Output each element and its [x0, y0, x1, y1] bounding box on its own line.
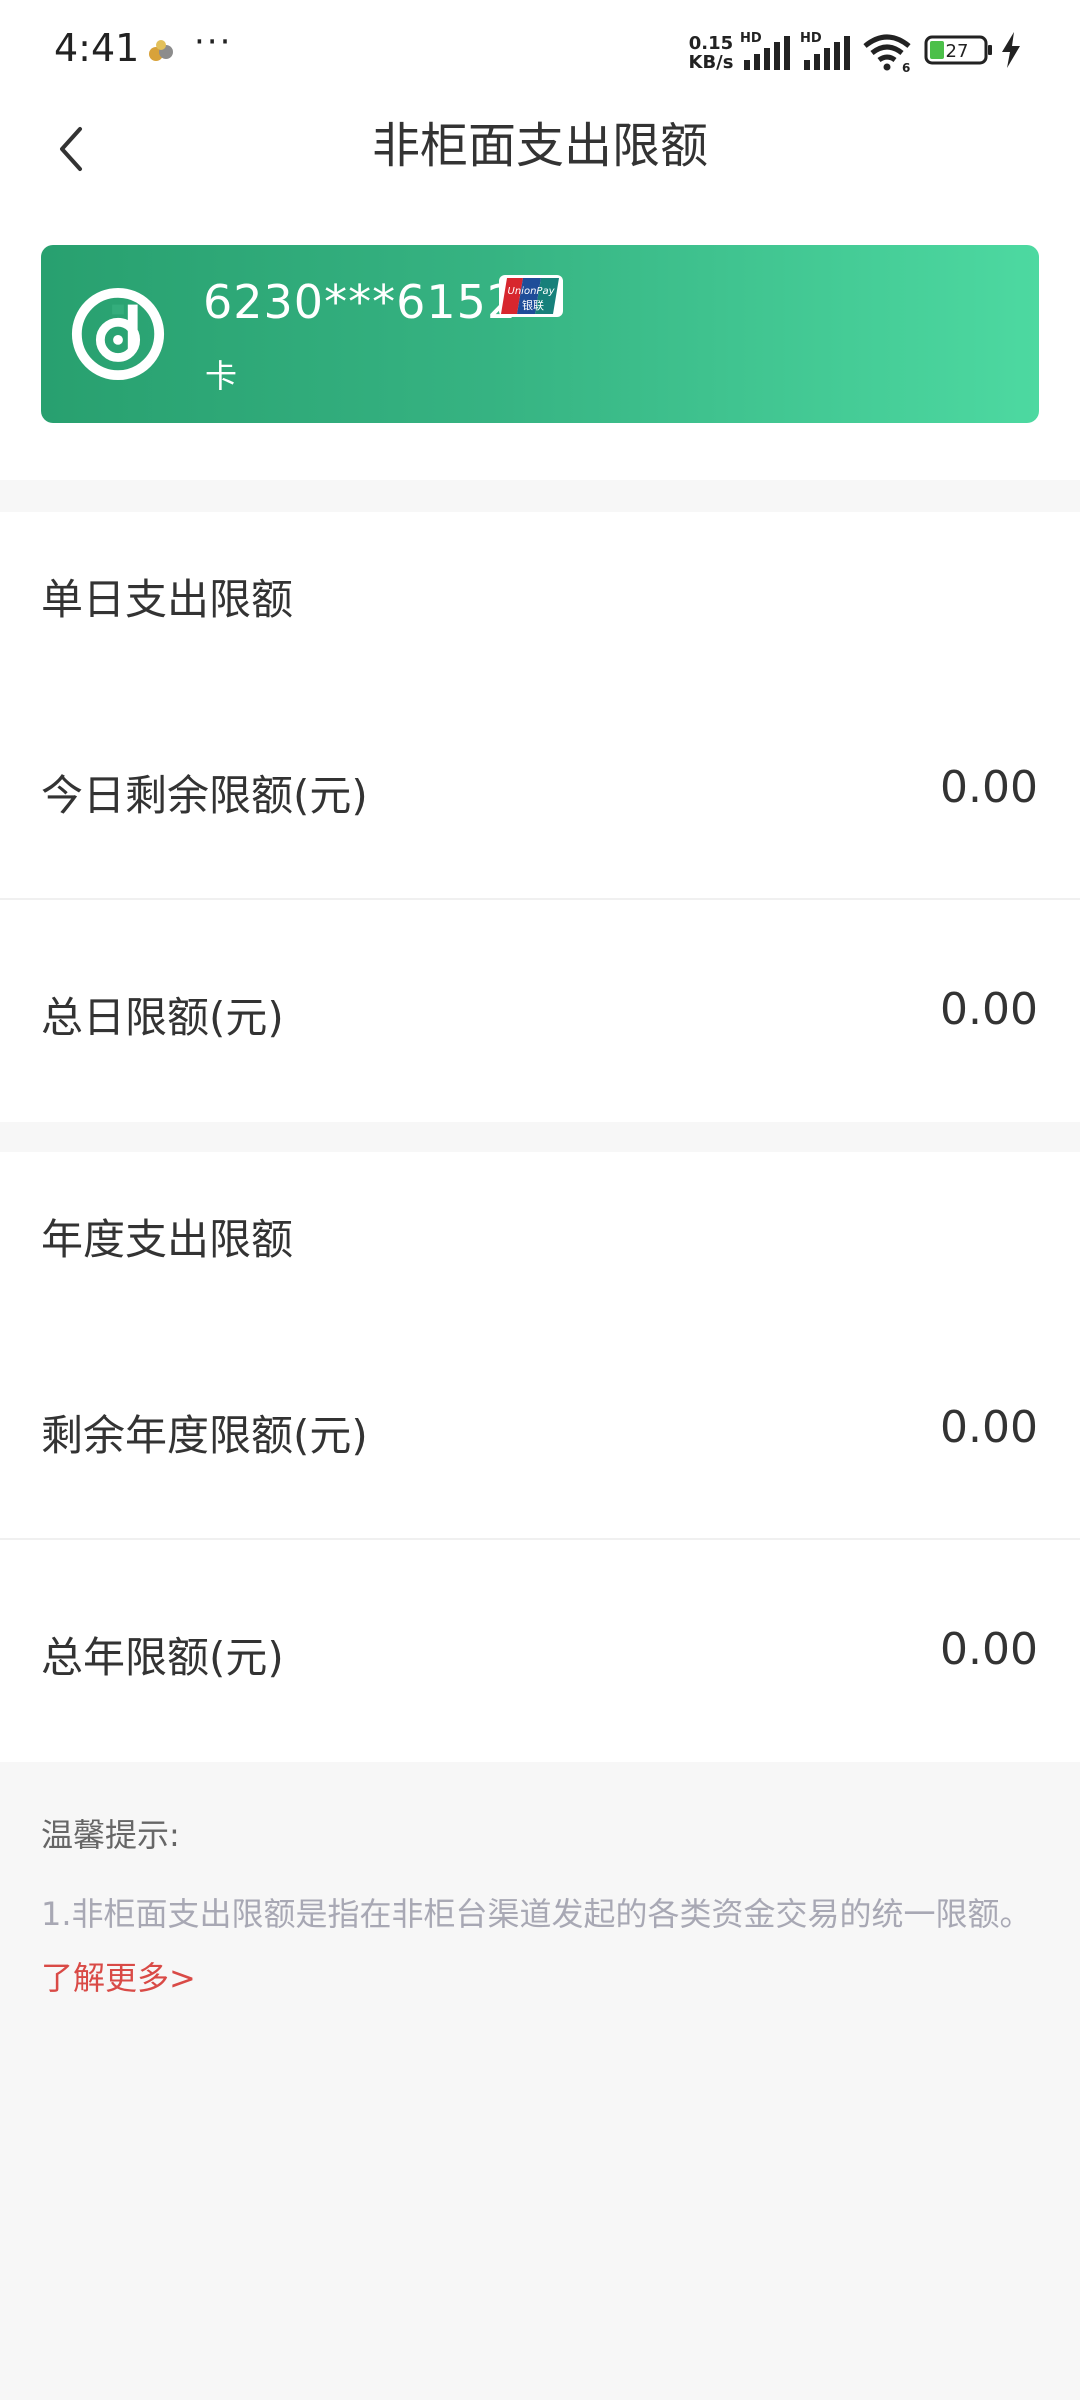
unionpay-logo-icon: UnionPay 银联 [499, 275, 563, 317]
row-value: 0.00 [940, 762, 1038, 813]
row-value: 0.00 [940, 1402, 1038, 1453]
row-label: 总日限额(元) [41, 993, 284, 1042]
row-label: 剩余年度限额(元) [41, 1411, 368, 1460]
yearly-limit-title: 年度支出限额 [41, 1215, 294, 1264]
yearly-limit-section: 年度支出限额 剩余年度限额(元) 0.00 总年限额(元) 0.00 [0, 1152, 1080, 1762]
network-speed-value: 0.15 [688, 33, 734, 54]
tips-section: 温馨提示: 1.非柜面支出限额是指在非柜台渠道发起的各类资金交易的统一限额。了解… [41, 1810, 1041, 2010]
battery-icon: 27 [924, 35, 992, 65]
signal-icon-sim2: HD [800, 31, 850, 70]
bank-logo-icon [71, 287, 165, 381]
charging-icon [1002, 32, 1020, 68]
limit-row-yearly-total: 总年限额(元) 0.00 [0, 1540, 1080, 1762]
signal-icon-sim1: HD [740, 31, 790, 70]
bank-card[interactable]: 6230***6152 卡 UnionPay 银联 [41, 245, 1039, 423]
sim2-label: HD [800, 31, 822, 46]
status-time: 4:41 [54, 26, 140, 70]
limit-row-daily-remaining: 今日剩余限额(元) 0.00 [0, 678, 1080, 900]
learn-more-link[interactable]: 了解更多> [41, 1959, 196, 1997]
wifi-icon: 6 [863, 34, 911, 72]
limit-row-daily-total: 总日限额(元) 0.00 [0, 900, 1080, 1122]
row-label: 今日剩余限额(元) [41, 771, 368, 820]
card-type: 卡 [205, 357, 238, 395]
sim1-label: HD [740, 31, 762, 46]
network-speed-unit: KB/s [688, 52, 734, 73]
unionpay-top-text: UnionPay [508, 286, 556, 297]
daily-limit-section: 单日支出限额 今日剩余限额(元) 0.00 总日限额(元) 0.00 [0, 512, 1080, 1122]
tips-body: 1.非柜面支出限额是指在非柜台渠道发起的各类资金交易的统一限额。了解更多> [41, 1882, 1041, 2010]
status-bar: 4:41 ··· 0.15 KB/s HD HD 6 27 [0, 0, 1080, 96]
card-number: 6230***6152 [203, 275, 518, 329]
page-title: 非柜面支出限额 [371, 118, 708, 174]
tips-text: 1.非柜面支出限额是指在非柜台渠道发起的各类资金交易的统一限额。 [41, 1895, 1032, 1933]
card-section: 6230***6152 卡 UnionPay 银联 [0, 190, 1080, 480]
row-label: 总年限额(元) [41, 1633, 284, 1682]
daily-limit-title: 单日支出限额 [41, 575, 294, 624]
unionpay-bottom-text: 银联 [522, 298, 544, 312]
limit-row-yearly-remaining: 剩余年度限额(元) 0.00 [0, 1318, 1080, 1540]
row-value: 0.00 [940, 1624, 1038, 1675]
status-more-icon: ··· [194, 22, 233, 62]
row-value: 0.00 [940, 984, 1038, 1035]
tips-title: 温馨提示: [41, 1816, 180, 1854]
battery-level: 27 [946, 41, 969, 62]
app-notification-icon [149, 40, 173, 61]
network-speed: 0.15 KB/s [686, 34, 736, 72]
wifi-badge: 6 [902, 61, 910, 72]
page: 4:41 ··· 0.15 KB/s HD HD 6 27 非柜面支出限额 62… [0, 0, 1080, 2400]
